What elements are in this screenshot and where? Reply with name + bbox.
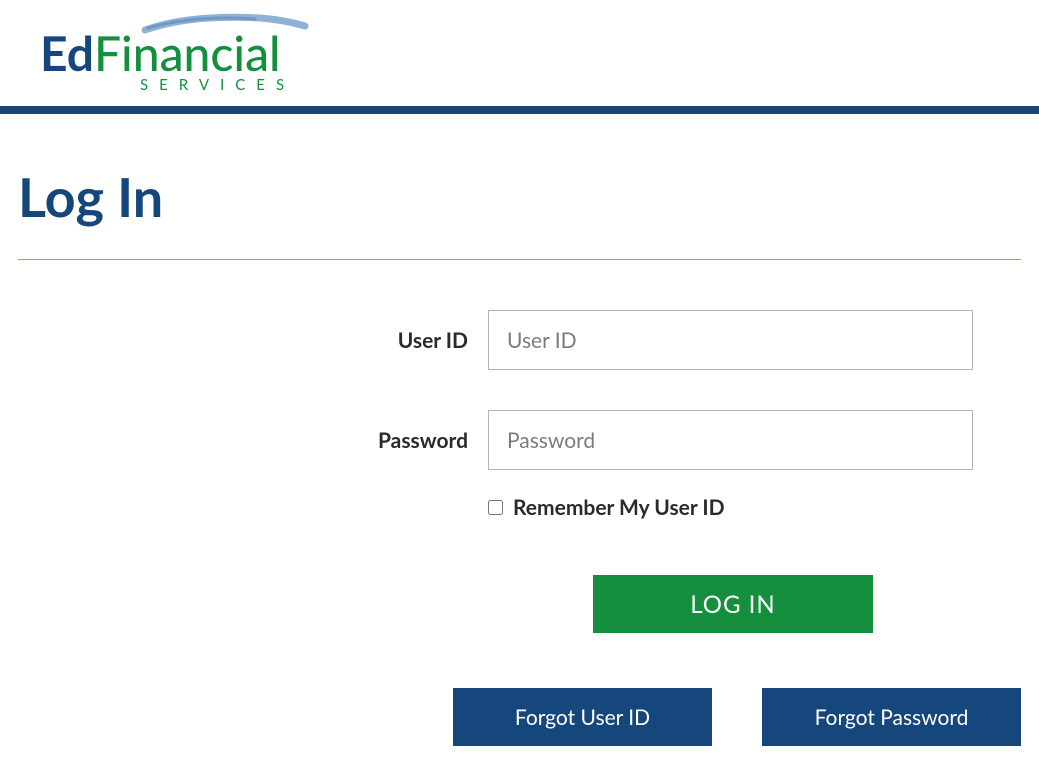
login-button[interactable]: LOG IN [593,575,873,633]
userid-label: User ID [18,328,488,353]
remember-label: Remember My User ID [513,495,725,520]
logo: Ed Financial SERVICES [40,12,1039,94]
header: Ed Financial SERVICES [0,0,1039,106]
forgot-userid-button[interactable]: Forgot User ID [453,688,712,746]
login-form: User ID Password Remember My User ID LOG… [18,310,1021,746]
page-title: Log In [18,164,1021,260]
logo-tagline: SERVICES [140,76,295,94]
logo-text-financial: Financial [94,30,281,78]
forgot-password-button[interactable]: Forgot Password [762,688,1021,746]
logo-text-ed: Ed [40,30,94,78]
userid-input[interactable] [488,310,973,370]
remember-checkbox[interactable] [488,500,503,515]
password-label: Password [18,428,488,453]
password-input[interactable] [488,410,973,470]
main-content: Log In User ID Password Remember My User… [0,114,1039,746]
header-divider-bar [0,106,1039,114]
